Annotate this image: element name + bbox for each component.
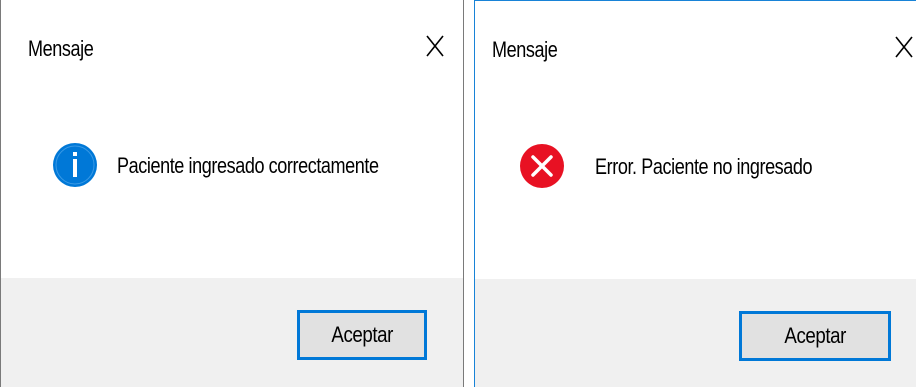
- close-button[interactable]: [419, 30, 451, 62]
- dialog-titlebar: Mensaje: [475, 1, 916, 101]
- dialog-footer: Aceptar: [1, 278, 463, 387]
- dialog-message: Paciente ingresado correctamente: [117, 153, 379, 178]
- error-icon: [519, 143, 565, 189]
- info-message-dialog: Mensaje Paciente ingresado correctamente…: [0, 0, 464, 387]
- dialog-footer: Aceptar: [475, 279, 916, 387]
- dialog-message: Error. Paciente no ingresado: [595, 154, 813, 179]
- dialog-content: Error. Paciente no ingresado: [475, 101, 916, 279]
- error-message-dialog: Mensaje Error. Paciente no ingresado Ace…: [474, 0, 916, 387]
- info-icon: [52, 142, 98, 188]
- accept-button-label: Aceptar: [784, 323, 846, 348]
- dialog-title: Mensaje: [28, 36, 94, 61]
- dialog-titlebar: Mensaje: [1, 0, 463, 100]
- close-button[interactable]: [888, 31, 916, 63]
- accept-button-label: Aceptar: [331, 322, 393, 347]
- accept-button[interactable]: Aceptar: [297, 310, 427, 360]
- dialog-content: Paciente ingresado correctamente: [1, 100, 463, 278]
- close-icon: [895, 36, 913, 58]
- close-icon: [426, 35, 444, 57]
- dialog-title: Mensaje: [492, 37, 558, 62]
- accept-button[interactable]: Aceptar: [739, 311, 891, 361]
